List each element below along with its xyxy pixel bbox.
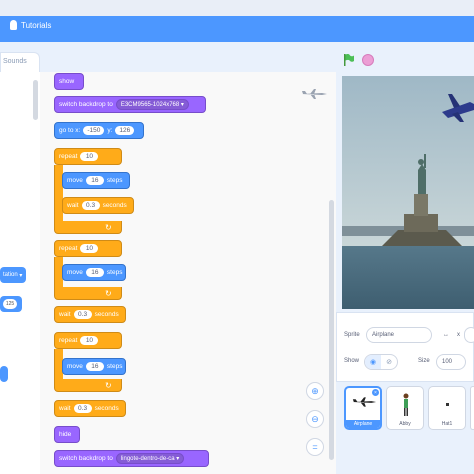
sprite-label: Sprite	[344, 332, 360, 338]
size-input[interactable]: 100	[436, 354, 466, 370]
visibility-toggle[interactable]: ◉ ⊘	[364, 354, 398, 370]
block-repeat[interactable]: repeat 10	[54, 240, 122, 257]
seconds-input[interactable]: 0.3	[73, 404, 92, 413]
tutorials-label: Tutorials	[21, 20, 52, 30]
palette-block-rotation[interactable]: tation ▾	[0, 267, 26, 283]
abby-thumb-icon	[403, 393, 409, 416]
hat-thumb-icon	[446, 403, 449, 406]
block-move-steps[interactable]: move 16 steps	[62, 264, 126, 281]
block-hide[interactable]: hide	[54, 426, 80, 443]
sprite-tile-hat1[interactable]: Hat1	[428, 386, 466, 430]
block-go-to-xy[interactable]: go to x: -150 y: 126	[54, 122, 144, 139]
backdrop-dropdown[interactable]: lingote-dentro-de-ca ▾	[115, 453, 185, 464]
block-show[interactable]: show	[54, 73, 84, 90]
airplane-thumb-icon	[352, 397, 377, 407]
block-wait-seconds[interactable]: wait 0.3 seconds	[62, 197, 134, 214]
palette-block-value[interactable]: 125	[0, 296, 22, 312]
seconds-input[interactable]: 0.3	[73, 310, 92, 319]
block-move-steps[interactable]: move 16 steps	[62, 358, 126, 375]
code-scrollbar[interactable]	[329, 200, 334, 460]
green-flag-icon[interactable]	[344, 54, 354, 66]
zoom-in-icon[interactable]: ⊕	[306, 382, 324, 400]
show-label: Show	[344, 358, 360, 364]
backdrop-dropdown[interactable]: E3CM9565-1024x768 ▾	[115, 99, 189, 110]
sprite-tile-abby[interactable]: Abby	[386, 386, 424, 430]
sprite-tile-name: Abby	[399, 421, 411, 427]
seconds-input[interactable]: 0.3	[81, 201, 100, 210]
sprite-tile-airplane[interactable]: × Airplane	[344, 386, 382, 430]
repeat-count-input[interactable]: 10	[80, 244, 99, 253]
stop-icon[interactable]	[362, 54, 374, 66]
x-label: x	[457, 332, 460, 338]
repeat-end: ↻	[54, 287, 122, 300]
block-repeat[interactable]: repeat 10	[54, 332, 122, 349]
menu-bar	[0, 16, 474, 42]
palette-block-partial[interactable]	[0, 366, 8, 382]
repeat-count-input[interactable]: 10	[80, 152, 99, 161]
palette-scrollbar[interactable]	[33, 80, 38, 120]
x-input[interactable]: -150	[83, 126, 105, 135]
tutorials-button[interactable]: Tutorials	[10, 20, 51, 30]
steps-input[interactable]: 16	[85, 268, 104, 277]
repeat-count-input[interactable]: 10	[80, 336, 99, 345]
x-position-input[interactable]	[464, 327, 474, 343]
sprite-watermark-airplane	[302, 89, 327, 99]
block-switch-backdrop[interactable]: switch backdrop to lingote-dentro-de-ca …	[54, 450, 209, 467]
stage-canvas[interactable]	[342, 76, 474, 309]
delete-sprite-icon[interactable]: ×	[372, 389, 379, 396]
block-switch-backdrop[interactable]: switch backdrop to E3CM9565-1024x768 ▾	[54, 96, 206, 113]
sprite-info-panel	[336, 312, 474, 382]
sprite-tile-name: Airplane	[346, 420, 380, 428]
lightbulb-icon	[10, 20, 17, 30]
repeat-end: ↻	[54, 379, 122, 392]
x-position-icon: ↔	[443, 332, 449, 338]
sprite-name-input[interactable]: Airplane	[366, 327, 432, 343]
block-wait-seconds[interactable]: wait 0.3 seconds	[54, 306, 126, 323]
palette-number-input[interactable]: 125	[3, 299, 17, 309]
tab-sounds[interactable]: Sounds	[0, 52, 40, 72]
hide-eye-icon[interactable]: ⊘	[381, 358, 397, 366]
steps-input[interactable]: 16	[85, 362, 104, 371]
zoom-out-icon[interactable]: ⊖	[306, 410, 324, 428]
sprite-tile-name: Hat1	[441, 421, 453, 427]
zoom-reset-icon[interactable]: =	[306, 438, 324, 456]
steps-input[interactable]: 16	[85, 176, 104, 185]
stage-header	[336, 42, 474, 74]
size-label: Size	[418, 358, 430, 364]
repeat-end: ↻	[54, 221, 122, 234]
block-wait-seconds[interactable]: wait 0.3 seconds	[54, 400, 126, 417]
show-eye-icon[interactable]: ◉	[365, 355, 381, 369]
block-repeat[interactable]: repeat 10	[54, 148, 122, 165]
block-move-steps[interactable]: move 16 steps	[62, 172, 130, 189]
y-input[interactable]: 126	[115, 126, 135, 135]
browser-bar	[0, 0, 474, 16]
sprite-tile-partial[interactable]	[470, 386, 474, 430]
